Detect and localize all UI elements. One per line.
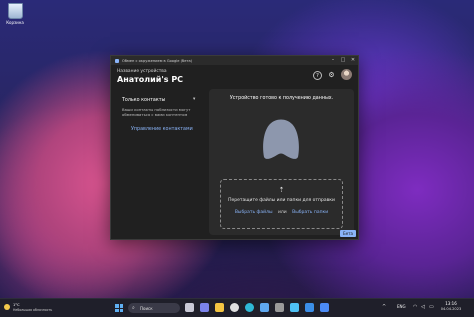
visibility-description: Ваши контакты поблизости могут обмениват… bbox=[122, 107, 191, 117]
wifi-icon[interactable]: ◠ bbox=[413, 304, 417, 310]
recycle-bin-shortcut[interactable]: Корзина bbox=[4, 3, 26, 25]
maximize-button[interactable]: □ bbox=[338, 56, 348, 65]
minimize-button[interactable]: – bbox=[328, 56, 338, 65]
volume-icon[interactable]: ◁ bbox=[421, 304, 425, 310]
start-button[interactable] bbox=[115, 304, 123, 312]
clock-date: 04.04.2023 bbox=[440, 307, 462, 311]
search-box[interactable]: ⌕ Поиск bbox=[128, 303, 180, 313]
device-name: Анатолий's PC bbox=[117, 75, 184, 84]
status-text: Устройство готово к получению данных. bbox=[229, 96, 334, 101]
avatar[interactable] bbox=[341, 69, 352, 80]
visibility-selector[interactable]: Только контакты bbox=[122, 98, 165, 103]
chrome-icon[interactable] bbox=[230, 303, 239, 312]
taskbar: 1°С Небольшая облачность ⌕ Поиск ^ ENG ◠… bbox=[0, 298, 474, 317]
file-explorer-icon[interactable] bbox=[215, 303, 224, 312]
recycle-bin-icon bbox=[7, 3, 23, 19]
title-bar[interactable]: Обмен с окружением в Google (бета) – □ ✕ bbox=[111, 56, 358, 65]
language-indicator[interactable]: ENG bbox=[397, 304, 406, 309]
receive-panel: Устройство готово к получению данных. ⇡ … bbox=[209, 89, 354, 235]
recycle-bin-label: Корзина bbox=[6, 20, 24, 25]
search-icon: ⌕ bbox=[132, 305, 135, 311]
store-icon[interactable] bbox=[260, 303, 269, 312]
clock-time: 13:16 bbox=[445, 301, 457, 306]
battery-icon[interactable]: ▭ bbox=[429, 304, 434, 310]
edge-icon[interactable] bbox=[245, 303, 254, 312]
app-icon[interactable] bbox=[290, 303, 299, 312]
app-icon[interactable] bbox=[305, 303, 314, 312]
app-icon[interactable] bbox=[275, 303, 284, 312]
device-illustration bbox=[263, 119, 299, 159]
window-title: Обмен с окружением в Google (бета) bbox=[122, 58, 193, 63]
nearby-share-window: Обмен с окружением в Google (бета) – □ ✕… bbox=[110, 55, 359, 240]
drop-zone[interactable]: ⇡ Перетащите файлы или папки для отправк… bbox=[220, 179, 343, 229]
help-icon[interactable]: ? bbox=[313, 71, 322, 80]
beta-badge: Бета bbox=[340, 230, 356, 237]
app-icon bbox=[115, 58, 119, 63]
nearby-share-icon[interactable] bbox=[320, 303, 329, 312]
weather-temp: 1°С bbox=[13, 303, 20, 307]
close-button[interactable]: ✕ bbox=[348, 56, 358, 65]
select-files-link[interactable]: Выбрать файлы bbox=[235, 210, 273, 215]
task-view-icon[interactable] bbox=[185, 303, 194, 312]
select-folders-link[interactable]: Выбрать папки bbox=[292, 210, 328, 215]
device-name-caption: Название устройства bbox=[117, 69, 167, 74]
or-label: или bbox=[277, 210, 287, 215]
clock[interactable]: 13:16 04.04.2023 bbox=[438, 301, 464, 311]
settings-icon[interactable]: ⚙ bbox=[327, 71, 336, 80]
weather-desc: Небольшая облачность bbox=[13, 308, 53, 312]
chevron-down-icon[interactable]: ▾ bbox=[193, 97, 195, 102]
sun-icon bbox=[4, 304, 10, 310]
teams-icon[interactable] bbox=[200, 303, 209, 312]
search-label: Поиск bbox=[140, 305, 153, 311]
tray-overflow-icon[interactable]: ^ bbox=[382, 304, 386, 310]
upload-icon: ⇡ bbox=[278, 186, 285, 194]
manage-contacts-link[interactable]: Управление контактами bbox=[131, 127, 193, 132]
window-header: Название устройства Анатолий's PC ? ⚙ bbox=[111, 65, 358, 87]
drop-hint: Перетащите файлы или папки для отправки bbox=[228, 198, 335, 203]
